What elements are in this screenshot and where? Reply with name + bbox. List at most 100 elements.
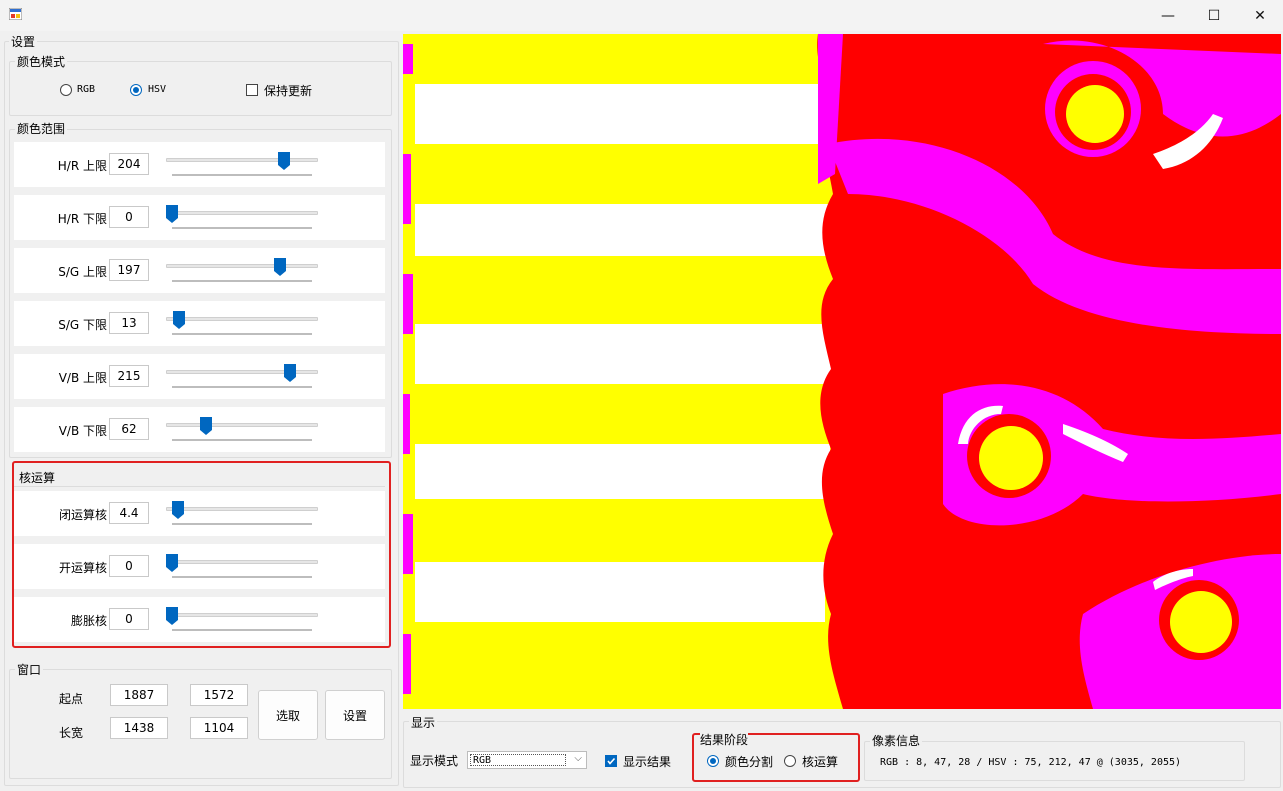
result-stage-title: 结果阶段	[700, 731, 749, 748]
show-result-label: 显示结果	[623, 755, 672, 769]
radio-color-segmentation[interactable]	[707, 755, 719, 767]
radio-hsv-label: HSV	[148, 84, 167, 95]
range-3-slider-track	[166, 317, 318, 321]
range-0-value-input[interactable]: 204	[109, 153, 149, 175]
display-title: 显示	[409, 714, 438, 731]
range-4-slider-ticks	[172, 386, 312, 388]
range-2-label: S/G 上限	[58, 265, 107, 279]
keep-update-checkbox[interactable]	[246, 84, 258, 96]
range-5-row: V/B 下限 62	[14, 407, 385, 452]
range-0-slider-ticks	[172, 174, 312, 176]
width-input[interactable]: 1438	[110, 717, 168, 739]
range-5-slider-thumb[interactable]	[200, 417, 212, 435]
range-0-slider-track	[166, 158, 318, 162]
kernel-1-slider[interactable]	[166, 554, 318, 582]
segmentation-image[interactable]	[403, 34, 1281, 709]
range-4-label: V/B 上限	[58, 371, 107, 385]
color-mode-title: 颜色模式	[15, 53, 68, 70]
start-x-input[interactable]: 1887	[110, 684, 168, 706]
range-5-value-input[interactable]: 62	[109, 418, 149, 440]
range-2-value-input[interactable]: 197	[109, 259, 149, 281]
range-1-slider[interactable]	[166, 205, 318, 233]
kernel-2-slider-track	[166, 613, 318, 617]
kernel-0-slider-track	[166, 507, 318, 511]
height-input[interactable]: 1104	[190, 717, 248, 739]
kernel-2-slider-thumb[interactable]	[166, 607, 178, 625]
range-5-slider-ticks	[172, 439, 312, 441]
pad-2-core	[979, 426, 1043, 490]
show-result-checkbox[interactable]	[605, 755, 617, 767]
kernel-0-row: 闭运算核 4.4	[14, 491, 385, 536]
range-1-slider-ticks	[172, 227, 312, 229]
range-4-value-input[interactable]: 215	[109, 365, 149, 387]
size-label: 长宽	[59, 726, 84, 740]
kernel-1-value-input[interactable]: 0	[109, 555, 149, 577]
check-icon	[607, 757, 616, 765]
range-4-slider[interactable]	[166, 364, 318, 392]
display-mode-select[interactable]: RGB ⌵	[467, 751, 587, 769]
kernel-1-label: 开运算核	[58, 561, 107, 575]
kernel-title: 核运算	[19, 471, 56, 485]
range-5-slider[interactable]	[166, 417, 318, 445]
kernel-2-slider-ticks	[172, 629, 312, 631]
select-button[interactable]: 选取	[258, 690, 318, 740]
range-2-slider-ticks	[172, 280, 312, 282]
set-button[interactable]: 设置	[325, 690, 385, 740]
app-icon	[9, 8, 22, 20]
range-4-slider-thumb[interactable]	[284, 364, 296, 382]
range-3-slider-ticks	[172, 333, 312, 335]
radio-hsv[interactable]	[130, 84, 142, 96]
range-1-value-input[interactable]: 0	[109, 206, 149, 228]
range-3-slider-thumb[interactable]	[173, 311, 185, 329]
range-0-label: H/R 上限	[57, 159, 107, 173]
pixel-info-text: RGB : 8, 47, 28 / HSV : 75, 212, 47 @ (3…	[880, 757, 1182, 768]
range-0-row: H/R 上限 204	[14, 142, 385, 187]
close-button[interactable]: ✕	[1237, 0, 1283, 31]
range-5-slider-track	[166, 423, 318, 427]
range-0-slider-thumb[interactable]	[278, 152, 290, 170]
range-1-slider-track	[166, 211, 318, 215]
kernel-1-slider-thumb[interactable]	[166, 554, 178, 572]
range-1-slider-thumb[interactable]	[166, 205, 178, 223]
range-2-slider[interactable]	[166, 258, 318, 286]
range-0-slider[interactable]	[166, 152, 318, 180]
range-3-label: S/G 下限	[58, 318, 107, 332]
kernel-divider	[14, 486, 385, 487]
range-2-slider-thumb[interactable]	[274, 258, 286, 276]
range-2-slider-track	[166, 264, 318, 268]
radio-rgb[interactable]	[60, 84, 72, 96]
kernel-0-slider-thumb[interactable]	[172, 501, 184, 519]
radio-color-segmentation-label: 颜色分割	[725, 755, 774, 769]
kernel-0-slider-ticks	[172, 523, 312, 525]
start-label: 起点	[59, 692, 84, 706]
minimize-button[interactable]: —	[1145, 0, 1191, 31]
pad-3-core	[1170, 591, 1232, 653]
range-3-slider[interactable]	[166, 311, 318, 339]
range-3-row: S/G 下限 13	[14, 301, 385, 346]
range-1-label: H/R 下限	[57, 212, 107, 226]
settings-title: 设置	[9, 33, 38, 50]
pixel-info-title: 像素信息	[870, 732, 923, 749]
range-3-value-input[interactable]: 13	[109, 312, 149, 334]
range-2-row: S/G 上限 197	[14, 248, 385, 293]
title-bar: — ☐ ✕	[0, 0, 1283, 31]
display-mode-label: 显示模式	[410, 754, 459, 768]
start-y-input[interactable]: 1572	[190, 684, 248, 706]
kernel-1-row: 开运算核 0	[14, 544, 385, 589]
display-mode-value: RGB	[470, 754, 566, 766]
maximize-button[interactable]: ☐	[1191, 0, 1237, 31]
pad-1-core	[1066, 85, 1124, 143]
kernel-2-label: 膨胀核	[70, 614, 107, 628]
kernel-2-slider[interactable]	[166, 607, 318, 635]
kernel-0-slider[interactable]	[166, 501, 318, 529]
kernel-0-label: 闭运算核	[58, 508, 107, 522]
kernel-0-value-input[interactable]: 4.4	[109, 502, 149, 524]
keep-update-label: 保持更新	[264, 84, 313, 98]
radio-kernel-op[interactable]	[784, 755, 796, 767]
window-title: 窗口	[15, 661, 44, 678]
kernel-2-value-input[interactable]: 0	[109, 608, 149, 630]
chevron-down-icon: ⌵	[574, 753, 582, 764]
kernel-1-slider-track	[166, 560, 318, 564]
range-5-label: V/B 下限	[58, 424, 107, 438]
radio-rgb-label: RGB	[77, 84, 96, 95]
